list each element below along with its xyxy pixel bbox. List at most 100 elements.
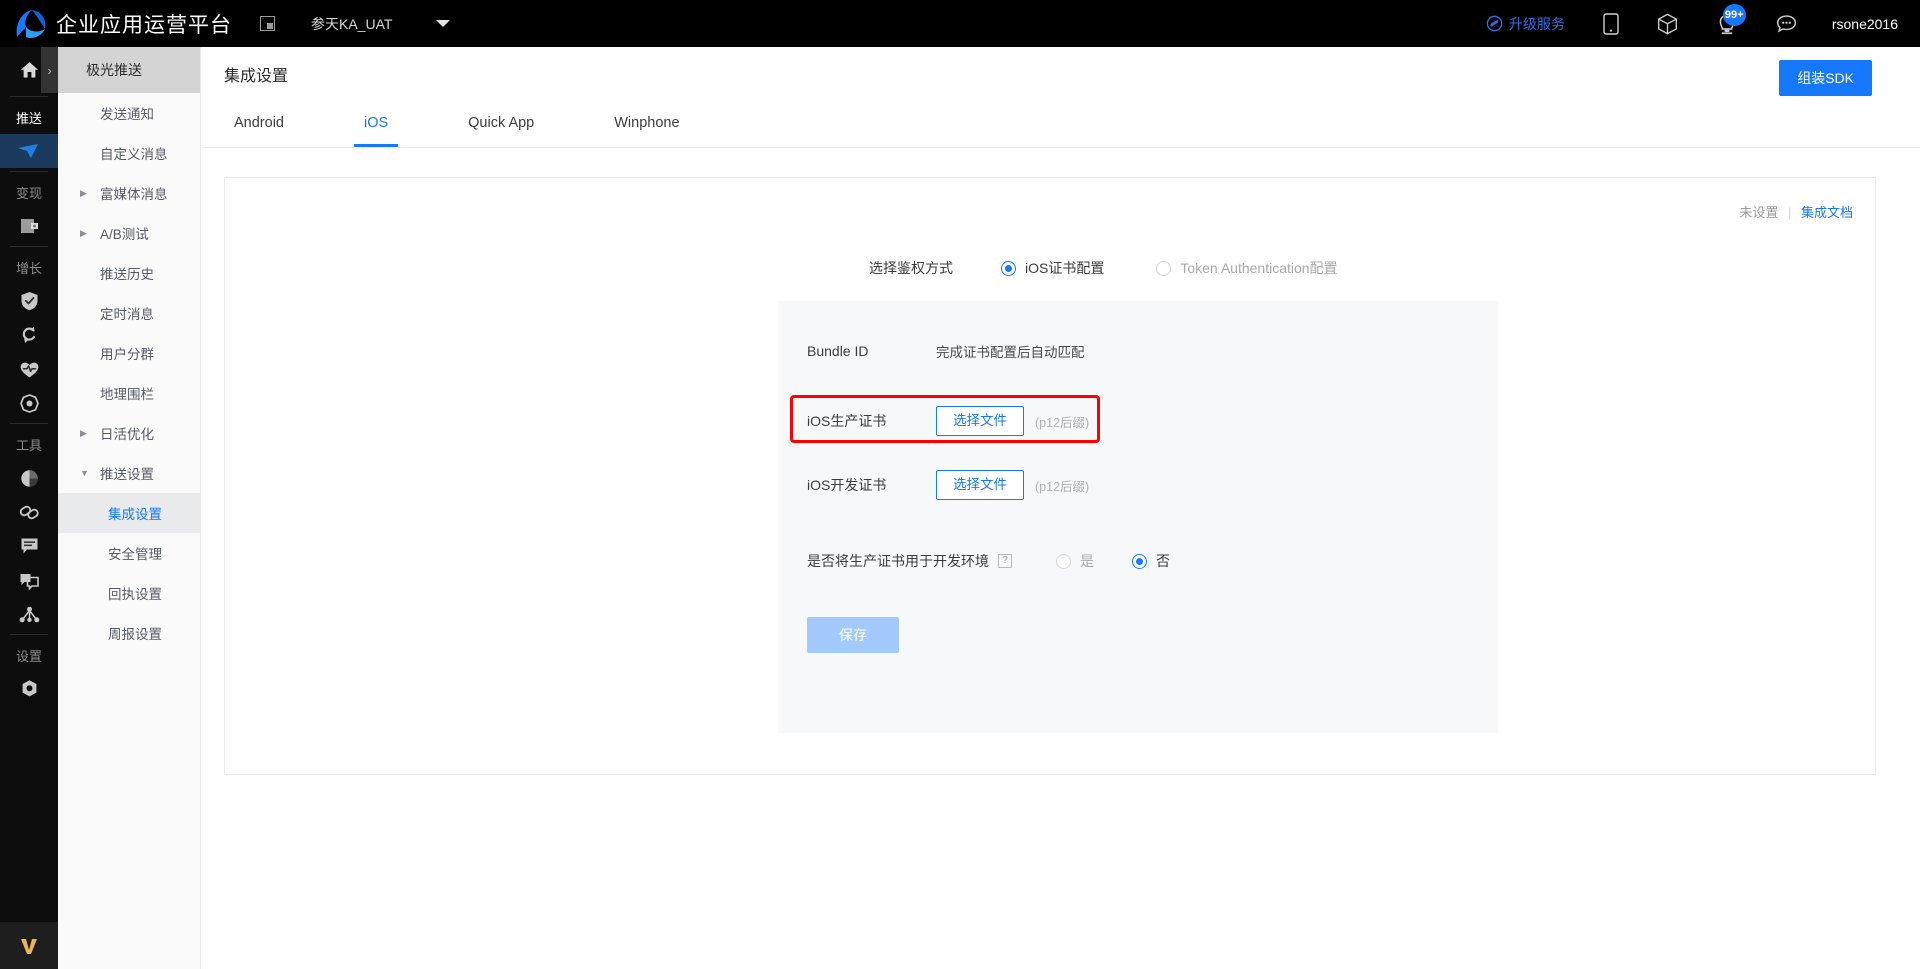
sidebar-item-scheduled-message[interactable]: 定时消息 — [58, 293, 200, 333]
platform-tabs: Android iOS Quick App Winphone — [202, 100, 1920, 148]
chevron-right-icon: ▶ — [80, 187, 87, 198]
main-content: 集成设置 组装SDK Android iOS Quick App Winphon… — [202, 47, 1920, 969]
radio-label: 是 — [1080, 553, 1094, 569]
sidebar-item-label: A/B测试 — [100, 227, 149, 242]
message-lines-icon — [21, 538, 37, 554]
sidebar-item-label: 自定义消息 — [100, 147, 168, 162]
rail-group-label-growth: 增长 — [15, 260, 42, 276]
status-badge: 未设置 — [1739, 205, 1779, 220]
upgrade-service-button[interactable]: 升级服务 — [1467, 0, 1584, 47]
prod-cert-hint: (p12后缀) — [1035, 415, 1090, 430]
brand-title: 企业应用运营平台 — [56, 13, 232, 37]
gear-icon — [22, 680, 36, 697]
save-button[interactable]: 保存 — [807, 617, 899, 653]
project-name[interactable]: 参天KA_UAT — [311, 14, 392, 34]
rail-item-tools-share[interactable] — [0, 563, 58, 597]
sidebar-item-user-segment[interactable]: 用户分群 — [58, 333, 200, 373]
mobile-icon — [1603, 12, 1619, 35]
chevron-down-icon: ▼ — [80, 467, 89, 478]
sidebar-item-label: 集成设置 — [108, 507, 162, 522]
chevron-right-icon[interactable]: › — [41, 47, 58, 93]
sidebar-item-label: 发送通知 — [100, 107, 154, 122]
sidebar-item-rich-media[interactable]: ▶ 富媒体消息 — [58, 173, 200, 213]
rail-home-button[interactable]: › — [0, 47, 58, 93]
rail-group-label-tools: 工具 — [15, 437, 42, 453]
chevron-right-icon: ▶ — [80, 227, 87, 238]
integration-doc-link[interactable]: 集成文档 — [1801, 205, 1853, 220]
app-switcher-icon[interactable] — [260, 16, 275, 31]
rail-item-tools-network[interactable] — [0, 597, 58, 631]
tab-winphone[interactable]: Winphone — [604, 100, 689, 147]
rail-item-monetize[interactable] — [0, 209, 58, 243]
tab-quick-app[interactable]: Quick App — [458, 100, 544, 147]
tab-android[interactable]: Android — [224, 100, 294, 147]
radio-env-yes[interactable]: 是 — [1056, 551, 1094, 571]
sidebar-item-send-notification[interactable]: 发送通知 — [58, 93, 200, 133]
sidebar-item-geofence[interactable]: 地理围栏 — [58, 373, 200, 413]
auth-method-label: 选择鉴权方式 — [869, 260, 953, 276]
sidebar-item-push-history[interactable]: 推送历史 — [58, 253, 200, 293]
prod-cert-label: iOS生产证书 — [807, 413, 887, 429]
pie-chart-icon — [20, 469, 38, 487]
question-mark-icon[interactable]: ? — [998, 554, 1012, 568]
network-nodes-icon — [19, 606, 39, 622]
package-button[interactable] — [1638, 0, 1697, 47]
dev-cert-choose-file-button[interactable]: 选择文件 — [936, 470, 1024, 500]
tab-ios[interactable]: iOS — [353, 100, 399, 147]
subnav-header: 极光推送 — [58, 47, 200, 93]
sidebar-item-push-settings[interactable]: ▼ 推送设置 — [58, 453, 200, 493]
refresh-icon — [22, 326, 35, 343]
rail-bottom-logo[interactable] — [0, 922, 58, 969]
sidebar-item-security-management[interactable]: 安全管理 — [58, 533, 200, 573]
sidebar-item-label: 日活优化 — [100, 427, 154, 442]
share-screen-icon — [20, 573, 39, 590]
radio-token-auth[interactable]: Token Authentication配置 — [1156, 258, 1338, 278]
sidebar-item-dau-optimize[interactable]: ▶ 日活优化 — [58, 413, 200, 453]
dev-cert-hint: (p12后缀) — [1035, 479, 1090, 494]
message-button[interactable] — [1757, 0, 1816, 47]
cube-icon — [1657, 13, 1677, 34]
rail-item-growth-retention[interactable] — [0, 318, 58, 352]
rail-item-tools-analytics[interactable] — [0, 461, 58, 495]
sidebar-item-label: 推送设置 — [100, 467, 154, 482]
notification-button[interactable]: 99+ — [1697, 0, 1757, 47]
sidebar-item-label: 回执设置 — [108, 587, 162, 602]
top-bar-right: 升级服务 99+ rsone2016 — [1467, 0, 1920, 47]
dev-cert-row: iOS开发证书 选择文件 (p12后缀) — [778, 459, 1498, 511]
sidebar-item-weekly-report-settings[interactable]: 周报设置 — [58, 613, 200, 653]
rail-divider — [10, 423, 48, 424]
radio-label: 否 — [1156, 553, 1170, 569]
rail-item-tools-link[interactable] — [0, 495, 58, 529]
rail-item-push[interactable] — [0, 134, 58, 168]
mobile-preview-button[interactable] — [1584, 0, 1638, 47]
subnav-list: 发送通知 自定义消息 ▶ 富媒体消息 ▶ A/B测试 推送历史 定时消息 用户分… — [58, 93, 200, 653]
radio-env-no[interactable]: 否 — [1132, 551, 1170, 571]
link-icon — [19, 505, 39, 519]
sidebar-item-label: 推送历史 — [100, 267, 154, 282]
rail-item-growth-security[interactable] — [0, 284, 58, 318]
radio-dot-icon — [1156, 260, 1172, 276]
radio-ios-cert[interactable]: iOS证书配置 — [1001, 258, 1104, 278]
rail-group-label-monetize: 变现 — [15, 185, 42, 201]
prod-cert-choose-file-button[interactable]: 选择文件 — [936, 406, 1024, 436]
rail-item-tools-message[interactable] — [0, 529, 58, 563]
target-icon — [19, 393, 39, 413]
rail-divider — [10, 246, 48, 247]
env-usage-row: 是否将生产证书用于开发环境 ? 是 否 — [778, 541, 1498, 581]
sidebar-item-integration-settings[interactable]: 集成设置 — [58, 493, 200, 533]
sidebar-item-custom-message[interactable]: 自定义消息 — [58, 133, 200, 173]
chat-bubble-icon — [1776, 14, 1796, 32]
rail-divider — [10, 171, 48, 172]
assemble-sdk-button[interactable]: 组装SDK — [1779, 60, 1872, 96]
icon-rail: › 推送 变现 增长 工具 设置 — [0, 47, 58, 969]
sidebar-item-ab-test[interactable]: ▶ A/B测试 — [58, 213, 200, 253]
username-label[interactable]: rsone2016 — [1816, 16, 1898, 32]
rail-item-settings[interactable] — [0, 672, 58, 706]
top-bar: 企业应用运营平台 参天KA_UAT 升级服务 99+ rsone2016 — [0, 0, 1920, 47]
card-meta: 未设置 | 集成文档 — [1739, 202, 1853, 221]
rail-item-growth-target[interactable] — [0, 386, 58, 420]
sidebar-item-receipt-settings[interactable]: 回执设置 — [58, 573, 200, 613]
chevron-down-icon[interactable] — [436, 20, 451, 27]
bundle-id-value: 完成证书配置后自动匹配 — [936, 345, 1085, 360]
rail-item-growth-health[interactable] — [0, 352, 58, 386]
